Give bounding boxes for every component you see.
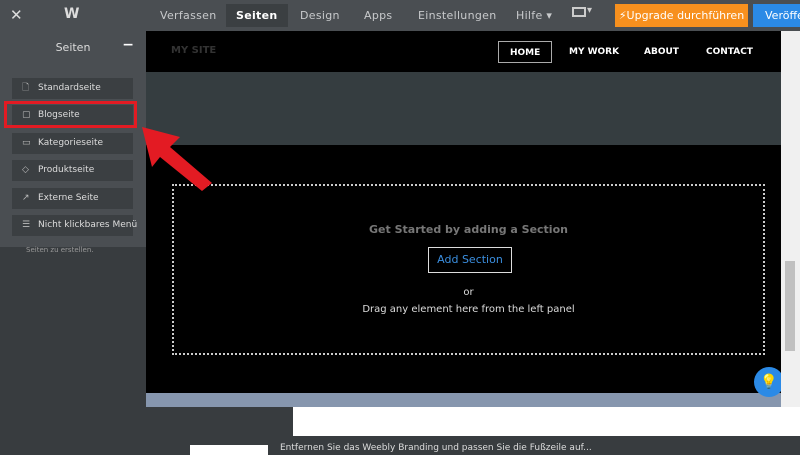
tab-verfassen[interactable]: Verfassen — [150, 4, 226, 27]
device-dropdown[interactable]: ▾ — [587, 5, 592, 16]
external-link-icon: ↗ — [22, 193, 30, 203]
branding-text: Entfernen Sie das Weebly Branding und pa… — [280, 443, 592, 453]
folder-icon: ▭ — [22, 138, 31, 148]
scrollbar-thumb[interactable] — [785, 261, 795, 351]
drag-hint: Drag any element here from the left pane… — [362, 304, 575, 315]
site-name[interactable]: MY SITE — [171, 45, 216, 56]
footer-area — [293, 407, 800, 436]
header-banner[interactable] — [146, 72, 781, 145]
item-label: Produktseite — [38, 165, 95, 175]
site-nav-contact[interactable]: CONTACT — [695, 41, 764, 63]
tab-hilfe[interactable]: Hilfe ▾ — [506, 4, 562, 27]
highlight-box — [4, 101, 137, 128]
desktop-icon[interactable] — [572, 7, 586, 17]
weebly-logo[interactable]: W — [64, 6, 79, 22]
item-label: Kategorieseite — [38, 138, 104, 148]
or-text: or — [463, 287, 474, 298]
lightbulb-icon[interactable]: 💡 — [754, 367, 784, 397]
page-type-externe-seite[interactable]: ↗ Externe Seite — [12, 188, 133, 209]
panel-hint: Seiten zu erstellen. — [26, 246, 94, 254]
page-type-standardseite[interactable]: 🗋 Standardseite — [12, 78, 133, 99]
site-nav-home[interactable]: HOME — [498, 41, 553, 63]
upgrade-button[interactable]: ⚡Upgrade durchführen — [615, 4, 748, 27]
add-section-button[interactable]: Add Section — [428, 247, 512, 273]
page-icon: 🗋 — [22, 83, 30, 93]
menu-icon: ☰ — [22, 220, 31, 230]
close-icon[interactable]: ✕ — [10, 6, 23, 24]
page-type-nicht-klickbares-menu[interactable]: ☰ Nicht klickbares Menü — [12, 215, 137, 236]
tab-seiten[interactable]: Seiten — [226, 4, 288, 27]
publish-button[interactable]: Veröffentlichen — [753, 4, 800, 27]
site-preview: MY SITE HOME MY WORK ABOUT CONTACT Get S… — [146, 31, 781, 407]
site-nav-my-work[interactable]: MY WORK — [558, 41, 630, 63]
section-dropzone[interactable]: Get Started by adding a Section Add Sect… — [172, 184, 765, 355]
minimize-button[interactable]: − — [122, 37, 134, 53]
red-arrow-icon — [142, 127, 212, 191]
tab-einstellungen[interactable]: Einstellungen — [408, 4, 506, 27]
tag-icon: ◇ — [22, 165, 29, 175]
lightning-icon: ⚡ — [618, 9, 627, 22]
branding-thumbnail — [190, 445, 268, 455]
upgrade-label: Upgrade durchführen — [626, 9, 745, 22]
page-type-kategorieseite[interactable]: ▭ Kategorieseite — [12, 133, 133, 154]
get-started-text: Get Started by adding a Section — [369, 223, 568, 236]
top-bar: ✕ W Verfassen Seiten Design Apps Einstel… — [0, 0, 800, 31]
item-label: Externe Seite — [38, 193, 99, 203]
tab-design[interactable]: Design — [290, 4, 350, 27]
page-type-produktseite[interactable]: ◇ Produktseite — [12, 160, 133, 181]
item-label: Nicht klickbares Menü — [38, 220, 138, 230]
item-label: Standardseite — [38, 83, 101, 93]
scrollbar[interactable] — [781, 31, 800, 407]
tab-apps[interactable]: Apps — [354, 4, 402, 27]
footer-strip — [146, 393, 781, 407]
site-nav-about[interactable]: ABOUT — [633, 41, 690, 63]
